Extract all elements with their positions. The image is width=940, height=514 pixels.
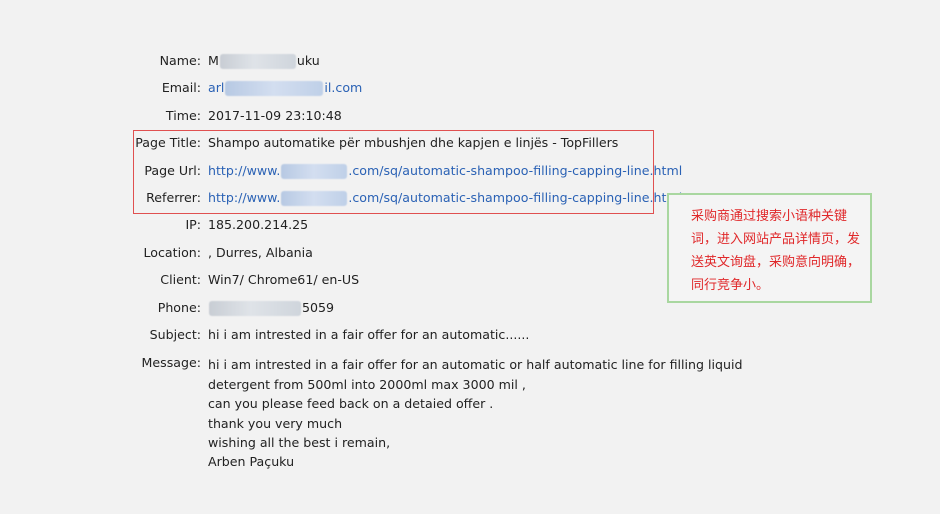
message-row: Message: hi i am intrested in a fair off… xyxy=(0,349,760,489)
email-suffix: il.com xyxy=(324,80,363,96)
subject-value: hi i am intrested in a fair offer for an… xyxy=(208,326,530,342)
subject-row: Subject: hi i am intrested in a fair off… xyxy=(0,321,760,348)
time-value: 2017-11-09 23:10:48 xyxy=(208,107,342,123)
email-prefix: arl xyxy=(208,80,225,96)
page-title-row: Page Title: Shampo automatike për mbushj… xyxy=(0,129,760,156)
annotation-text: 采购商通过搜索小语种关键词，进入网站产品详情页，发送英文询盘，采购意向明确，同行… xyxy=(691,209,861,293)
ip-row: IP: 185.200.214.25 xyxy=(0,211,760,238)
email-link[interactable]: arl il.com xyxy=(208,74,362,101)
message-body: hi i am intrested in a fair offer for an… xyxy=(208,357,743,470)
page-url-prefix: http://www. xyxy=(208,162,281,178)
client-value: Win7/ Chrome61/ en-US xyxy=(208,272,360,288)
page-title-value: Shampo automatike për mbushjen dhe kapje… xyxy=(208,135,619,151)
phone-suffix: 5059 xyxy=(302,299,335,315)
client-row: Client: Win7/ Chrome61/ en-US xyxy=(0,266,760,293)
referrer-link[interactable]: http://www. .com/sq/automatic-shampoo-fil… xyxy=(208,184,682,211)
page-url-row: Page Url: http://www. .com/sq/automatic-s… xyxy=(0,157,760,184)
ip-label: IP: xyxy=(185,217,201,233)
name-value: Muku xyxy=(208,47,320,74)
name-redaction xyxy=(219,54,296,69)
ip-value: 185.200.214.25 xyxy=(208,217,309,233)
message-label: Message: xyxy=(141,355,201,371)
subject-label: Subject: xyxy=(149,326,201,342)
page-url-link[interactable]: http://www. .com/sq/automatic-shampoo-fil… xyxy=(208,157,682,184)
location-value: , Durres, Albania xyxy=(208,244,313,260)
phone-redaction xyxy=(209,300,301,316)
referrer-suffix: .com/sq/automatic-shampoo-filling-cappin… xyxy=(348,189,683,205)
email-redaction xyxy=(225,81,324,97)
page-url-label: Page Url: xyxy=(144,162,201,178)
page-title-label: Page Title: xyxy=(135,135,201,151)
page-url-suffix: .com/sq/automatic-shampoo-filling-cappin… xyxy=(348,162,683,178)
referrer-redaction xyxy=(281,190,348,206)
email-row: Email: arl il.com xyxy=(0,74,760,101)
phone-label: Phone: xyxy=(157,299,201,315)
location-row: Location: , Durres, Albania xyxy=(0,239,760,266)
annotation-note: 采购商通过搜索小语种关键词，进入网站产品详情页，发送英文询盘，采购意向明确，同行… xyxy=(667,193,872,303)
name-prefix: M xyxy=(208,53,219,68)
client-label: Client: xyxy=(160,272,201,288)
time-label: Time: xyxy=(165,107,201,123)
referrer-label: Referrer: xyxy=(146,189,201,205)
name-label: Name: xyxy=(159,53,201,68)
phone-row: Phone: 5059 xyxy=(0,294,760,321)
time-row: Time: 2017-11-09 23:10:48 xyxy=(0,102,760,129)
inquiry-detail: Name: Muku Email: arl il.com Time: 2017-1… xyxy=(0,47,760,489)
name-suffix: uku xyxy=(296,53,320,68)
email-label: Email: xyxy=(161,80,201,96)
phone-value: 5059 xyxy=(208,294,334,321)
name-row: Name: Muku xyxy=(0,47,760,74)
location-label: Location: xyxy=(143,244,201,260)
page-url-redaction xyxy=(281,163,348,179)
referrer-row: Referrer: http://www. .com/sq/automatic-s… xyxy=(0,184,760,211)
referrer-prefix: http://www. xyxy=(208,189,281,205)
